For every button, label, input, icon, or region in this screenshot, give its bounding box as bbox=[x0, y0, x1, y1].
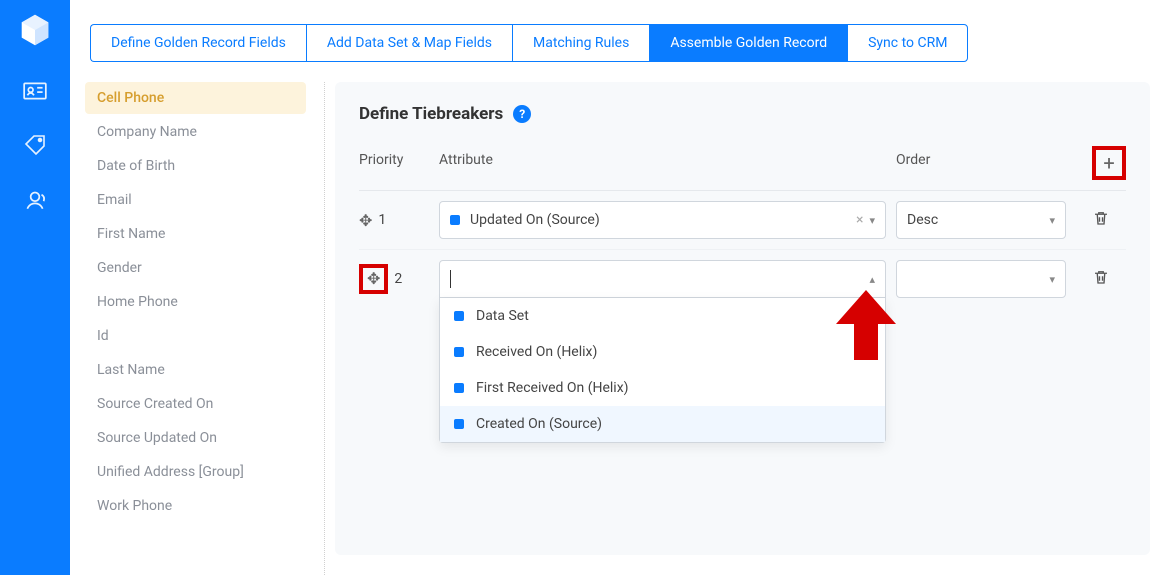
field-item-unified-address[interactable]: Unified Address [Group] bbox=[85, 456, 306, 488]
priority-value: 1 bbox=[378, 212, 386, 228]
id-card-icon[interactable] bbox=[22, 78, 48, 104]
order-select[interactable]: ▾ bbox=[896, 260, 1066, 298]
col-priority: Priority bbox=[359, 152, 429, 180]
left-nav-rail bbox=[0, 0, 70, 575]
field-item-cell-phone[interactable]: Cell Phone bbox=[85, 82, 306, 114]
option-bullet-icon bbox=[454, 347, 464, 357]
field-item-email[interactable]: Email bbox=[85, 184, 306, 216]
order-value: Desc bbox=[907, 212, 938, 228]
delete-row-button[interactable] bbox=[1076, 209, 1126, 231]
attribute-dropdown: Data Set Received On (Helix) First Recei… bbox=[439, 298, 886, 443]
option-label: First Received On (Helix) bbox=[476, 380, 629, 396]
help-icon[interactable]: ? bbox=[513, 105, 531, 123]
drag-handle-icon[interactable]: ✥ bbox=[359, 211, 372, 230]
option-bullet-icon bbox=[454, 311, 464, 321]
caret-up-icon: ▴ bbox=[869, 273, 875, 286]
tag-icon[interactable] bbox=[22, 132, 48, 158]
field-item-company-name[interactable]: Company Name bbox=[85, 116, 306, 148]
field-item-source-created[interactable]: Source Created On bbox=[85, 388, 306, 420]
annotation-arrow-icon bbox=[836, 290, 896, 360]
option-bullet-icon bbox=[454, 419, 464, 429]
dropdown-option[interactable]: Data Set bbox=[440, 298, 885, 334]
priority-value: 2 bbox=[394, 271, 402, 287]
option-label: Created On (Source) bbox=[476, 416, 602, 432]
tab-matching-rules[interactable]: Matching Rules bbox=[512, 24, 649, 62]
text-cursor bbox=[450, 270, 451, 288]
option-bullet-icon bbox=[454, 383, 464, 393]
tiebreaker-header: Priority Attribute Order + bbox=[359, 142, 1126, 191]
attribute-bullet-icon bbox=[450, 215, 460, 225]
field-item-source-updated[interactable]: Source Updated On bbox=[85, 422, 306, 454]
field-item-home-phone[interactable]: Home Phone bbox=[85, 286, 306, 318]
tab-sync-to-crm[interactable]: Sync to CRM bbox=[847, 24, 968, 62]
caret-down-icon: ▾ bbox=[1049, 273, 1055, 286]
attribute-select[interactable]: ▴ bbox=[439, 260, 886, 298]
field-item-gender[interactable]: Gender bbox=[85, 252, 306, 284]
delete-row-button[interactable] bbox=[1076, 268, 1126, 290]
field-item-work-phone[interactable]: Work Phone bbox=[85, 490, 306, 522]
field-item-id[interactable]: Id bbox=[85, 320, 306, 352]
tab-assemble-golden-record[interactable]: Assemble Golden Record bbox=[649, 24, 847, 62]
field-item-dob[interactable]: Date of Birth bbox=[85, 150, 306, 182]
field-item-first-name[interactable]: First Name bbox=[85, 218, 306, 250]
attribute-select[interactable]: Updated On (Source) × ▾ bbox=[439, 201, 886, 239]
dropdown-option[interactable]: Received On (Helix) bbox=[440, 334, 885, 370]
tab-add-dataset[interactable]: Add Data Set & Map Fields bbox=[306, 24, 512, 62]
attribute-value: Updated On (Source) bbox=[470, 212, 600, 228]
add-tiebreaker-button[interactable]: + bbox=[1092, 146, 1126, 180]
main-area: Define Golden Record Fields Add Data Set… bbox=[70, 0, 1170, 575]
option-label: Received On (Helix) bbox=[476, 344, 597, 360]
field-item-last-name[interactable]: Last Name bbox=[85, 354, 306, 386]
tiebreaker-row: ✥ 2 ▴ Dat bbox=[359, 250, 1126, 308]
panel-title: Define Tiebreakers bbox=[359, 104, 503, 124]
drag-handle-icon[interactable]: ✥ bbox=[359, 264, 388, 294]
caret-down-icon: ▾ bbox=[1049, 214, 1055, 227]
headset-icon[interactable] bbox=[22, 186, 48, 212]
tiebreakers-panel: Define Tiebreakers ? Priority Attribute … bbox=[335, 82, 1150, 555]
field-list: Cell Phone Company Name Date of Birth Em… bbox=[70, 82, 325, 575]
wizard-tabs: Define Golden Record Fields Add Data Set… bbox=[70, 0, 1170, 62]
dropdown-option[interactable]: Created On (Source) bbox=[440, 406, 885, 442]
col-attribute: Attribute bbox=[439, 152, 886, 180]
dropdown-option[interactable]: First Received On (Helix) bbox=[440, 370, 885, 406]
app-logo[interactable] bbox=[15, 10, 55, 50]
order-select[interactable]: Desc ▾ bbox=[896, 201, 1066, 239]
clear-icon[interactable]: × bbox=[850, 212, 869, 228]
option-label: Data Set bbox=[476, 308, 529, 324]
tiebreaker-row: ✥ 1 Updated On (Source) × ▾ Desc ▾ bbox=[359, 191, 1126, 250]
col-order: Order bbox=[896, 152, 1066, 180]
tab-define-fields[interactable]: Define Golden Record Fields bbox=[90, 24, 306, 62]
caret-down-icon: ▾ bbox=[869, 214, 875, 227]
